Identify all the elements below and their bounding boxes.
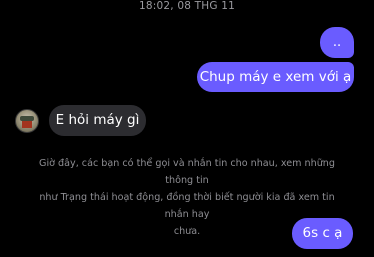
notice-line: Giờ đây, các bạn có thể gọi và nhắn tin … — [39, 158, 335, 186]
message-bubble-outgoing[interactable]: Chup máy e xem với ạ — [197, 62, 354, 92]
message-timestamp: 18:02, 08 THG 11 — [139, 0, 235, 12]
message-bubble-outgoing[interactable]: 6s c ạ — [292, 218, 353, 249]
message-bubble-outgoing[interactable]: .. — [320, 27, 354, 58]
notice-line: như Trạng thái hoạt động, đồng thời biết… — [39, 192, 335, 220]
message-bubble-incoming[interactable]: E hỏi máy gì — [49, 105, 146, 136]
avatar-wall-graphic — [22, 121, 32, 128]
contact-avatar[interactable] — [15, 109, 39, 133]
